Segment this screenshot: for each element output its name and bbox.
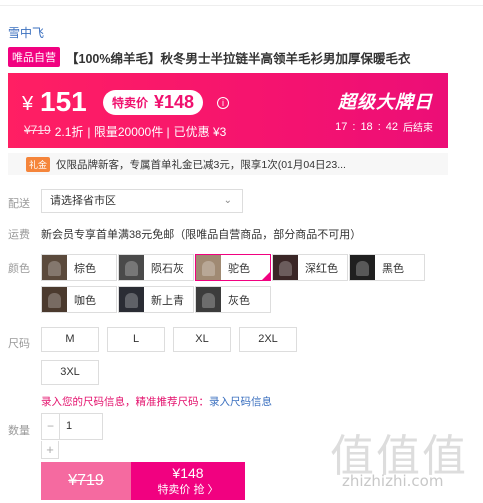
size-option[interactable]: 2XL: [239, 327, 297, 352]
color-swatch-image: [42, 255, 67, 280]
stock-limit: | 限量20000件 |: [87, 125, 170, 139]
chevron-down-icon: ⌄: [223, 195, 232, 206]
color-option-label: 咖色: [74, 294, 96, 307]
size-info-row: 录入您的尺码信息，精准推荐尺码： 录入尺码信息: [41, 394, 272, 409]
shipping-info: 新会员专享首单满38元免邮（限唯品自营商品，部分商品不可用）: [41, 229, 362, 241]
color-option-label: 棕色: [74, 262, 96, 275]
enter-size-link[interactable]: 录入尺码信息: [209, 394, 272, 409]
shipping-label: 运费: [8, 229, 30, 241]
countdown-hours: 17: [335, 120, 348, 133]
size-option[interactable]: M: [41, 327, 99, 352]
color-label: 颜色: [8, 263, 30, 275]
brand-link[interactable]: 雪中飞: [8, 24, 44, 41]
watermark-logo: 值值值 zhizhizhi.com: [330, 420, 480, 500]
countdown-sep: :: [352, 120, 356, 133]
product-title-row: 唯品自营 【100%绵羊毛】秋冬男士半拉链半高领羊毛衫男加厚保暖毛衣: [8, 47, 478, 67]
original-price-text: ¥719: [68, 472, 104, 489]
original-price-button[interactable]: ¥719: [41, 462, 131, 500]
color-swatch-image: [196, 255, 221, 280]
info-icon[interactable]: i: [217, 97, 229, 109]
color-option-label: 新上青: [151, 294, 184, 307]
quantity-label: 数量: [8, 425, 30, 437]
color-swatch-image: [119, 287, 144, 312]
current-price: 151: [40, 86, 87, 117]
self-operated-badge: 唯品自营: [8, 47, 60, 67]
color-option[interactable]: 灰色: [195, 286, 271, 313]
price-banner: ¥ 151 特卖价 ¥148 i ¥719 2.1折 | 限量20000件 | …: [8, 73, 448, 148]
color-option-label: 深红色: [305, 262, 338, 275]
quantity-stepper: − 1: [41, 413, 103, 440]
top-divider: [0, 0, 483, 6]
size-option[interactable]: XL: [173, 327, 231, 352]
selected-corner-icon: [261, 271, 271, 281]
event-title: 超级大牌日: [338, 92, 433, 112]
countdown-sep: :: [377, 120, 381, 133]
color-swatch-image: [42, 287, 67, 312]
color-option[interactable]: 咖色: [41, 286, 117, 313]
buy-now-price: ¥148: [172, 465, 204, 481]
color-option-label: 黑色: [382, 262, 404, 275]
color-option-label: 驼色: [228, 262, 250, 275]
size-option[interactable]: L: [107, 327, 165, 352]
color-option[interactable]: 驼色: [195, 254, 271, 281]
discount: 2.1折: [54, 125, 84, 139]
color-option[interactable]: 陨石灰: [118, 254, 194, 281]
coupon-tag: 礼金: [26, 156, 51, 172]
coupon-text: 仅限品牌新客，专属首单礼金已减3元，限享1次(01月04日23...: [56, 158, 346, 171]
color-swatch-image: [196, 287, 221, 312]
watermark-url: zhizhizhi.com: [342, 472, 444, 490]
delivery-label: 配送: [8, 198, 30, 210]
saved-amount: 已优惠 ¥3: [173, 125, 227, 139]
color-swatch-image: [350, 255, 375, 280]
countdown-minutes: 18: [360, 120, 373, 133]
product-title: 【100%绵羊毛】秋冬男士半拉链半高领羊毛衫男加厚保暖毛衣: [66, 51, 411, 66]
color-option-label: 陨石灰: [151, 262, 184, 275]
quantity-input[interactable]: 1: [60, 414, 102, 439]
color-option[interactable]: 黑色: [349, 254, 425, 281]
region-select[interactable]: 请选择省市区 ⌄: [41, 189, 243, 213]
color-option[interactable]: 深红色: [272, 254, 348, 281]
color-swatch-image: [273, 255, 298, 280]
special-price-label: 特卖价: [112, 96, 149, 110]
color-option-label: 灰色: [228, 294, 250, 307]
buy-now-button[interactable]: ¥148 特卖价 抢 〉: [131, 462, 245, 500]
special-price-value: ¥148: [154, 92, 195, 112]
color-swatch-image: [119, 255, 144, 280]
buy-now-label: 特卖价 抢 〉: [157, 484, 219, 496]
countdown-seconds: 42: [385, 120, 398, 133]
size-option[interactable]: 3XL: [41, 360, 99, 385]
quantity-decrease-button[interactable]: −: [42, 414, 60, 439]
size-info-prompt: 录入您的尺码信息，精准推荐尺码：: [41, 396, 209, 408]
region-select-value: 请选择省市区: [50, 195, 116, 207]
special-price-badge: 特卖价 ¥148: [103, 90, 204, 115]
coupon-row[interactable]: 礼金 仅限品牌新客，专属首单礼金已减3元，限享1次(01月04日23...: [8, 153, 448, 175]
color-option[interactable]: 新上青: [118, 286, 194, 313]
countdown-ends-label: 后结束: [403, 123, 433, 134]
quantity-increase-button[interactable]: +: [41, 441, 59, 459]
countdown: 17 : 18 : 42 后结束: [335, 119, 433, 135]
size-label: 尺码: [8, 338, 30, 350]
price-details: ¥719 2.1折 | 限量20000件 | 已优惠 ¥3: [24, 123, 226, 140]
original-price: ¥719: [24, 123, 51, 137]
currency-symbol: ¥: [22, 93, 34, 115]
color-option[interactable]: 棕色: [41, 254, 117, 281]
